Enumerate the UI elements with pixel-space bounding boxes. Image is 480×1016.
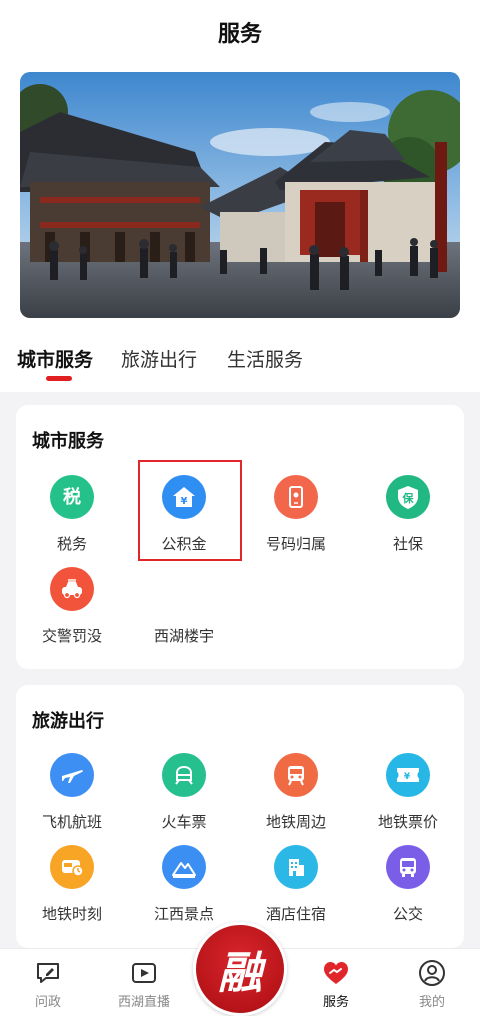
traffic-police-icon — [50, 567, 94, 611]
center-logo: 融 — [218, 948, 262, 999]
service-label: 号码归属 — [265, 535, 326, 553]
service-label: 税务 — [56, 535, 87, 553]
category-tabs: 城市服务 旅游出行 生活服务 — [0, 345, 480, 385]
nav-item-xihu-live[interactable]: 西湖直播 — [96, 949, 192, 1016]
video-play-icon — [132, 963, 156, 983]
message-edit-icon — [37, 963, 59, 983]
social-security-icon: 保 — [386, 475, 430, 519]
travel-title: 旅游出行 — [32, 711, 104, 732]
city-services-title: 城市服务 — [32, 431, 104, 452]
travel-jiangxi-scenic[interactable]: 江西景点 — [128, 845, 240, 937]
travel-label: 地铁票价 — [377, 813, 438, 831]
travel-label: 酒店住宿 — [265, 905, 326, 923]
train-icon — [162, 753, 206, 797]
tab-travel[interactable]: 旅游出行 — [121, 345, 197, 372]
tab-city-services[interactable]: 城市服务 — [17, 345, 93, 372]
bus-icon — [386, 845, 430, 889]
top-section: 服务 城市服务 旅游出行 生活服务 — [0, 0, 480, 392]
nav-label: 我的 — [418, 995, 445, 1010]
travel-card: 旅游出行 飞机航班 火车票 地铁周边 ¥ 地铁票价 地铁时刻 江西景点 酒店住宿… — [16, 685, 464, 948]
travel-subway-schedule[interactable]: 地铁时刻 — [16, 845, 128, 937]
nav-label: 西湖直播 — [117, 995, 170, 1010]
service-phone-location[interactable]: 号码归属 — [240, 475, 352, 567]
airplane-icon — [50, 753, 94, 797]
user-icon — [419, 960, 445, 986]
page-title: 服务 — [217, 22, 262, 47]
tax-icon: 税 — [50, 475, 94, 519]
subway-icon — [274, 753, 318, 797]
travel-bus[interactable]: 公交 — [352, 845, 464, 937]
travel-train-tickets[interactable]: 火车票 — [128, 753, 240, 845]
handshake-heart-icon — [324, 962, 348, 984]
tab-life-services[interactable]: 生活服务 — [227, 345, 303, 372]
travel-label: 地铁时刻 — [41, 905, 102, 923]
banner-illustration — [20, 72, 460, 318]
nav-item-services[interactable]: 服务 — [288, 949, 384, 1016]
nav-label: 问政 — [34, 995, 61, 1010]
active-tab-indicator — [46, 376, 72, 381]
travel-subway-nearby[interactable]: 地铁周边 — [240, 753, 352, 845]
service-label: 西湖楼宇 — [153, 627, 214, 645]
travel-label: 飞机航班 — [41, 813, 102, 831]
svg-text:保: 保 — [402, 491, 415, 505]
travel-flights[interactable]: 飞机航班 — [16, 753, 128, 845]
travel-label: 地铁周边 — [265, 813, 326, 831]
nav-label: 服务 — [322, 995, 349, 1010]
service-xihu-buildings[interactable]: 西湖楼宇 — [128, 567, 240, 659]
service-social-security[interactable]: 保 社保 — [352, 475, 464, 567]
travel-label: 江西景点 — [153, 905, 214, 923]
selection-highlight — [138, 460, 242, 561]
phone-location-icon — [274, 475, 318, 519]
banner-image[interactable] — [20, 72, 460, 318]
ticket-icon: ¥ — [386, 753, 430, 797]
nav-item-wenzheng[interactable]: 问政 — [0, 949, 96, 1016]
center-rong-button[interactable]: 融 — [193, 922, 287, 1016]
service-label: 社保 — [392, 535, 423, 553]
svg-text:¥: ¥ — [404, 772, 411, 782]
service-traffic-fines[interactable]: 交警罚没 — [16, 567, 128, 659]
hotel-icon — [274, 845, 318, 889]
travel-label: 火车票 — [161, 813, 207, 831]
travel-label: 公交 — [392, 905, 423, 923]
svg-text:税: 税 — [63, 486, 81, 508]
nav-item-mine[interactable]: 我的 — [384, 949, 480, 1016]
travel-hotels[interactable]: 酒店住宿 — [240, 845, 352, 937]
scenic-icon — [162, 845, 206, 889]
travel-subway-fares[interactable]: ¥ 地铁票价 — [352, 753, 464, 845]
subway-schedule-icon — [50, 845, 94, 889]
service-label: 交警罚没 — [41, 627, 102, 645]
service-tax[interactable]: 税 税务 — [16, 475, 128, 567]
